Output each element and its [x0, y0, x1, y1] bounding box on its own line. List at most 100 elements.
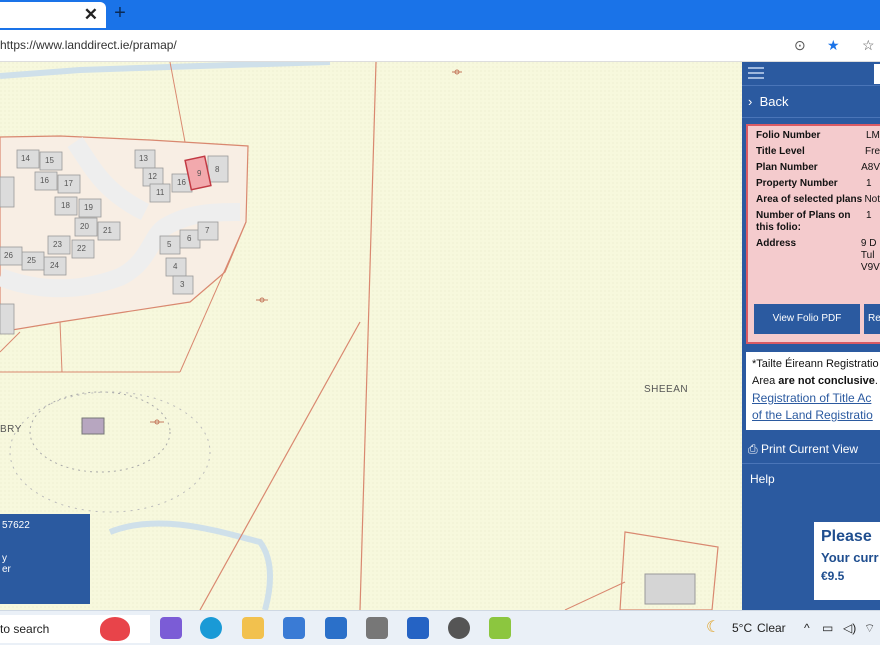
plot-label[interactable]: 8	[215, 165, 219, 174]
favorites-icon[interactable]: ☆	[862, 37, 875, 54]
disclaimer: *Tailte Éireann Registratio Area are not…	[746, 352, 880, 430]
file-explorer-icon[interactable]	[242, 617, 264, 639]
plot-label[interactable]: 23	[53, 240, 62, 249]
weather-condition[interactable]: Clear	[757, 621, 786, 635]
app-icon[interactable]	[489, 617, 511, 639]
plot-label[interactable]: 18	[61, 201, 70, 210]
wifi-icon[interactable]: ⌔	[864, 621, 875, 636]
folio-row: Folio Number LM	[756, 130, 880, 142]
app-icon[interactable]	[448, 617, 470, 639]
close-tab-icon[interactable]: ✕	[84, 5, 98, 25]
promo-subtitle: Your curr	[821, 550, 879, 565]
chevron-right-icon: ›	[748, 94, 760, 109]
plot-label[interactable]: 3	[180, 280, 184, 289]
volume-icon[interactable]: ◁)	[843, 621, 856, 635]
plot-label[interactable]: 17	[64, 179, 73, 188]
word-icon[interactable]	[407, 617, 429, 639]
taskbar-search[interactable]: to search	[0, 615, 150, 643]
folio-key: Property Number	[756, 178, 838, 189]
folio-key: Number of Plans on this folio:	[756, 210, 851, 233]
plot-label[interactable]: 6	[187, 234, 191, 243]
browser-tab[interactable]: ✕	[0, 2, 106, 28]
app-icon[interactable]	[366, 617, 388, 639]
folio-value: 1	[866, 178, 872, 189]
view-folio-pdf-button[interactable]: View Folio PDF	[754, 304, 860, 334]
printer-icon: ⎙	[748, 442, 761, 456]
chevron-up-icon[interactable]: ^	[804, 621, 810, 635]
folio-key: Title Level	[756, 146, 805, 157]
folio-key: Address	[756, 238, 797, 249]
plot-label[interactable]: 12	[148, 172, 157, 181]
promo-title: Please	[821, 528, 872, 545]
search-label: to search	[0, 622, 50, 636]
plot-label[interactable]: 9	[197, 169, 201, 178]
folio-info-card: Folio Number LM Title Level Fre Plan Numbe…	[746, 124, 880, 344]
registration-link[interactable]: Registration of Title Ac	[752, 390, 880, 407]
side-panel: › Back Folio Number LM Title Level Fre Pla…	[742, 62, 880, 610]
outlook-icon[interactable]	[325, 617, 347, 639]
plot-label[interactable]: 13	[139, 154, 148, 163]
plot-label[interactable]: 24	[50, 261, 59, 270]
promo-box[interactable]: Please Your curr €9.5	[814, 522, 880, 600]
disclaimer-bold: are not conclusive	[778, 375, 875, 387]
folio-row: Area of selected plans Not	[756, 194, 880, 206]
weather-temp[interactable]: 5°C	[732, 621, 752, 635]
plot-label[interactable]: 16	[40, 176, 49, 185]
plot-label[interactable]: 22	[77, 244, 86, 253]
address-bar: https://www.landdirect.ie/pramap/ ⊙ ★ ☆	[0, 30, 880, 62]
plot-label[interactable]: 25	[27, 256, 36, 265]
star-icon[interactable]: ★	[827, 37, 840, 54]
folio-row: Title Level Fre	[756, 146, 880, 158]
folio-key: Plan Number	[756, 162, 818, 173]
moon-icon: ☾	[706, 619, 721, 636]
plot-label[interactable]: 20	[80, 222, 89, 231]
panel-corner	[874, 64, 880, 84]
plot-label[interactable]: 15	[45, 156, 54, 165]
plot-label[interactable]: 16	[177, 178, 186, 187]
help-link[interactable]: Help	[742, 464, 880, 494]
request-button[interactable]: Re	[864, 304, 880, 334]
plot-label[interactable]: 19	[84, 203, 93, 212]
folio-row: Address 9 D Tul V9V	[756, 238, 880, 274]
land-registration-link[interactable]: of the Land Registratio	[752, 407, 880, 424]
plot-label[interactable]: 7	[205, 226, 209, 235]
disclaimer-text: *Tailte Éireann Registratio	[752, 358, 879, 370]
more-icon[interactable]: ⊙	[794, 37, 806, 54]
plot-label[interactable]: 14	[21, 154, 30, 163]
panel-header	[742, 62, 880, 86]
disclaimer-pre: Area	[752, 375, 779, 387]
disclaimer-post: .	[874, 375, 878, 387]
folio-row: Plan Number A8V	[756, 162, 880, 174]
folio-value: A8V	[861, 162, 880, 173]
plot-label[interactable]: 4	[173, 262, 177, 271]
tooltip-number: 57622	[2, 520, 30, 531]
disclaimer-line: Area are not conclusive.	[752, 373, 880, 390]
new-tab-button[interactable]: +	[110, 3, 130, 23]
plan-tooltip: 57622 y er	[0, 514, 90, 604]
folio-value: 9 D Tul V9V	[860, 238, 880, 273]
plot-label[interactable]: 21	[103, 226, 112, 235]
back-link[interactable]: › Back	[742, 86, 880, 118]
edge-icon[interactable]	[200, 617, 222, 639]
taskbar: to search ☾ 5°C Clear ^ ▭ ◁) ⌔	[0, 610, 880, 645]
townland-label: SHEEAN	[644, 384, 689, 395]
copilot-icon[interactable]	[160, 617, 182, 639]
print-current-view-button[interactable]: ⎙ Print Current View	[742, 434, 880, 464]
battery-icon[interactable]: ▭	[822, 621, 833, 635]
plot-label[interactable]: 26	[4, 251, 13, 260]
tooltip-line: y	[2, 553, 7, 564]
menu-icon[interactable]	[748, 67, 764, 79]
store-icon[interactable]	[283, 617, 305, 639]
folio-key: Area of selected plans	[756, 194, 863, 205]
plot-label[interactable]: 11	[156, 188, 164, 197]
url-field[interactable]: https://www.landdirect.ie/pramap/	[0, 38, 177, 52]
map-view[interactable]: 14 15 16 17 18 19 20 21 22 23 24 25 26 1…	[0, 62, 742, 610]
folio-value: Fre	[865, 146, 880, 157]
place-label: BRY	[0, 424, 22, 435]
print-label: Print Current View	[760, 442, 859, 456]
tooltip-line: er	[2, 564, 11, 575]
folio-value: 1	[866, 210, 872, 221]
folio-value: LM	[866, 130, 880, 141]
plot-label[interactable]: 5	[167, 240, 171, 249]
folio-row: Number of Plans on this folio: 1	[756, 210, 880, 234]
